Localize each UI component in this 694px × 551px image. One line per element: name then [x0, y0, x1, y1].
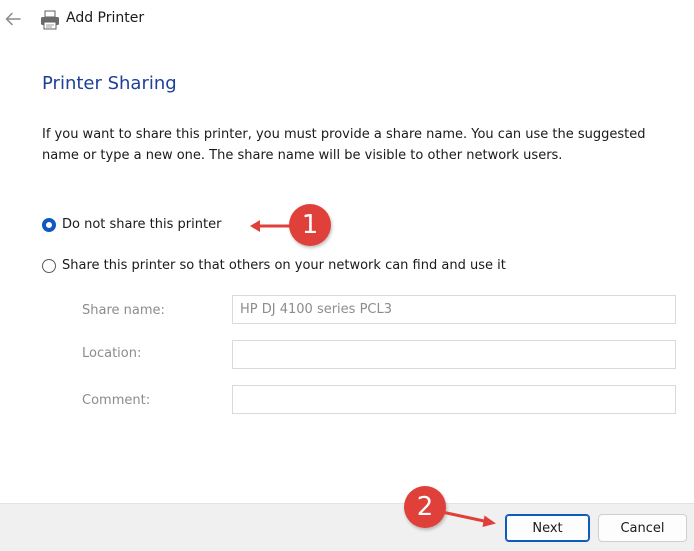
next-button[interactable]: Next	[505, 514, 590, 542]
page-description: If you want to share this printer, you m…	[42, 127, 646, 163]
location-label: Location:	[82, 346, 142, 361]
printer-icon	[41, 10, 59, 30]
share-name-input[interactable]	[232, 295, 676, 324]
annotation-arrow-2	[440, 510, 496, 527]
back-arrow-icon[interactable]	[4, 10, 22, 28]
comment-label: Comment:	[82, 393, 151, 408]
radio-do-not-share[interactable]: Do not share this printer	[42, 217, 221, 232]
cancel-button[interactable]: Cancel	[598, 514, 687, 542]
page-title: Printer Sharing	[42, 73, 177, 94]
radio-button[interactable]	[42, 258, 56, 273]
radio-label: Do not share this printer	[62, 217, 222, 232]
location-input[interactable]	[232, 340, 676, 369]
window-title: Add Printer	[66, 10, 145, 26]
radio-label: Share this printer so that others on you…	[62, 258, 506, 273]
annotation-badge-1: 1	[289, 204, 331, 246]
annotation-arrow-1	[250, 220, 294, 232]
radio-button-selected[interactable]	[42, 217, 56, 232]
share-name-label: Share name:	[82, 303, 165, 318]
comment-input[interactable]	[232, 385, 676, 414]
radio-share-printer[interactable]: Share this printer so that others on you…	[42, 258, 506, 273]
